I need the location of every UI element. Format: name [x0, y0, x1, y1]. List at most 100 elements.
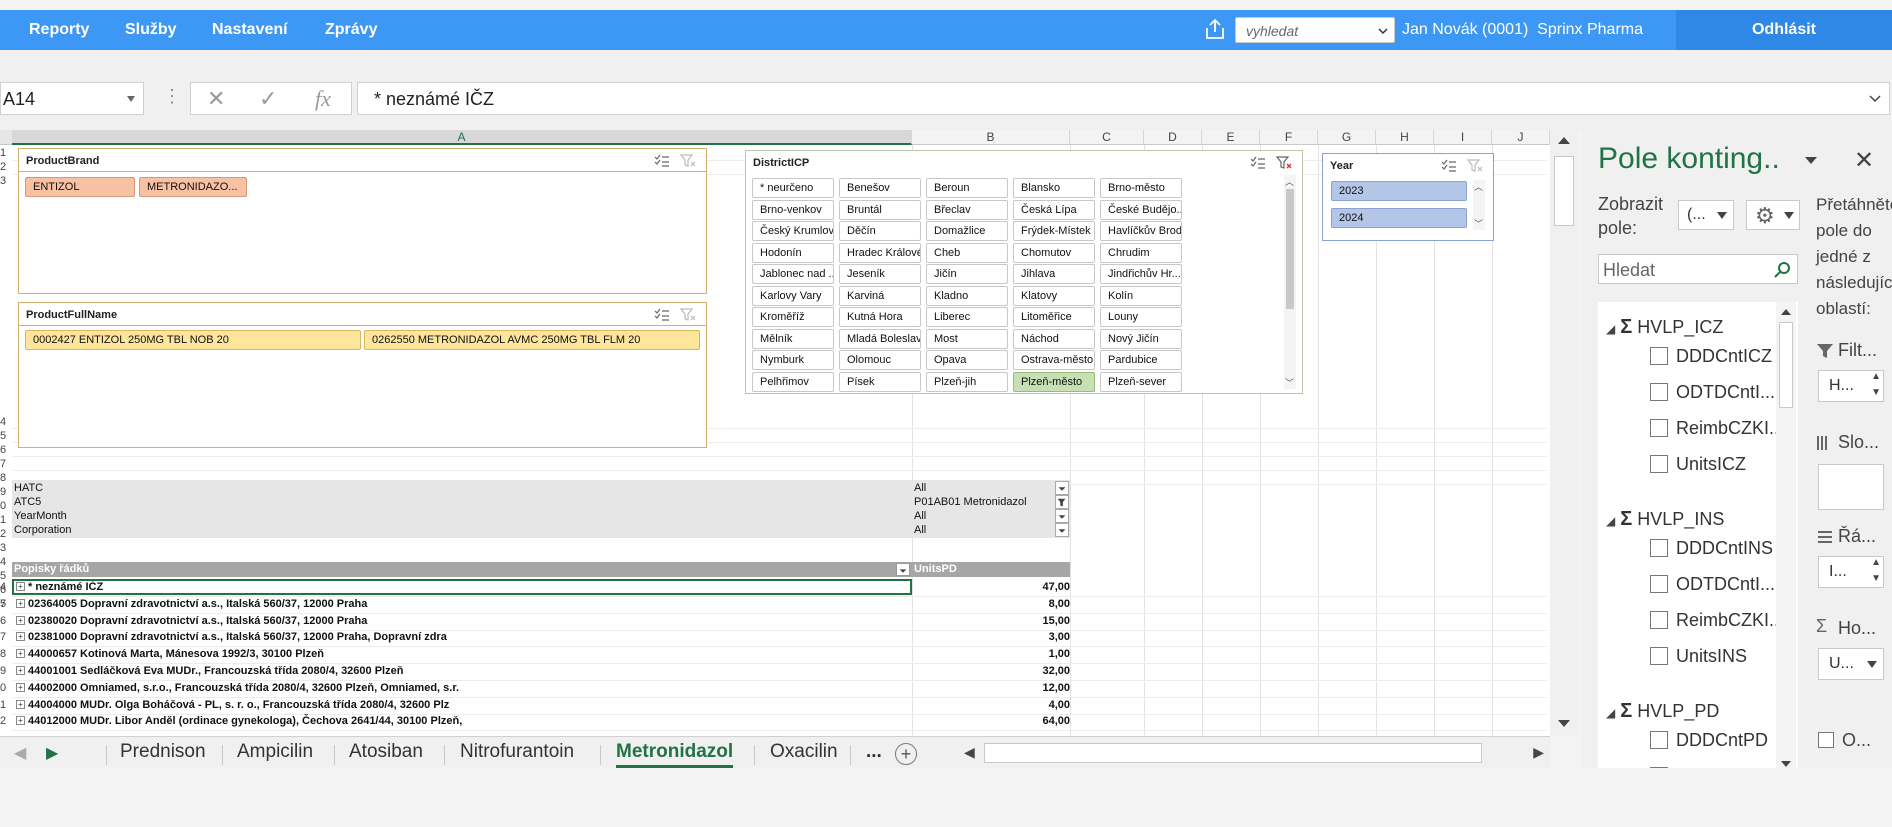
more-tabs-button[interactable]: ... [866, 741, 882, 763]
multi-select-icon[interactable] [1441, 159, 1457, 173]
slicer-item[interactable]: 0002427 ENTIZOL 250MG TBL NOB 20 [25, 330, 361, 350]
nav-nastaveni[interactable]: Nastavení [212, 21, 288, 39]
column-header-a[interactable]: A [12, 130, 912, 145]
slicer-item[interactable]: Náchod [1013, 328, 1095, 349]
name-box[interactable]: A14 [0, 82, 144, 115]
column-header-c[interactable]: C [1070, 130, 1144, 145]
slicer-item[interactable]: Ostrava-město [1013, 350, 1095, 370]
select-all-corner[interactable] [0, 130, 12, 145]
scroll-right-icon[interactable]: ▶ [1533, 744, 1544, 761]
field-item[interactable]: UnitsINS [1650, 646, 1747, 667]
expand-icon[interactable]: + [16, 682, 25, 692]
tab-nitrofurantoin[interactable]: Nitrofurantoin [460, 741, 574, 763]
field-item[interactable]: DDDCntPD [1650, 730, 1768, 751]
multi-select-icon[interactable] [654, 154, 670, 168]
field-checkbox[interactable] [1650, 383, 1668, 401]
slicer-item[interactable]: Olomouc [839, 350, 921, 370]
slicer-item[interactable]: Hodonín [752, 242, 834, 263]
tab-prednison[interactable]: Prednison [120, 741, 206, 763]
slicer-item[interactable]: Frýdek-Místek [1013, 221, 1095, 241]
field-checkbox[interactable] [1650, 347, 1668, 365]
slicer-item[interactable]: * neurčeno [752, 178, 834, 198]
table-row[interactable]: +44002000 Omniamed, s.r.o., Francouzská … [12, 681, 1070, 697]
slicer-scrollbar[interactable]: ︿ ﹀ [1284, 175, 1296, 389]
row-header[interactable]: 7 [0, 631, 12, 643]
clear-filter-icon[interactable] [1276, 156, 1292, 170]
row-header[interactable]: 2 [0, 161, 12, 173]
slicer-item[interactable]: Český Krumlov [752, 221, 834, 241]
row-header[interactable]: 4 [0, 556, 12, 568]
expand-icon[interactable]: + [16, 716, 25, 726]
row-header[interactable]: 4 [0, 416, 12, 428]
slicer-item[interactable]: Domažlice [926, 221, 1008, 241]
confirm-icon[interactable]: ✓ [259, 86, 277, 112]
values-area[interactable]: U... [1818, 648, 1884, 680]
slicer-item[interactable]: Havlíčkův Brod [1100, 221, 1182, 241]
table-row[interactable]: +02381000 Dopravní zdravotnictví a.s., I… [12, 630, 1070, 646]
show-fields-select[interactable]: (... [1678, 200, 1734, 230]
horizontal-scrollbar[interactable]: ◀ ▶ [960, 740, 1550, 766]
formula-input[interactable]: * neznámé IČZ [357, 82, 1890, 115]
clear-filter-icon[interactable] [680, 154, 696, 168]
slicer-item[interactable]: Jihlava [1013, 264, 1095, 284]
row-header[interactable]: 1 [0, 514, 12, 526]
tab-oxacilin[interactable]: Oxacilin [770, 741, 838, 763]
expand-icon[interactable]: + [16, 615, 25, 625]
slicer-item[interactable]: 2024 [1331, 208, 1467, 228]
collapse-icon[interactable]: ◢ [1606, 322, 1615, 336]
slicer-item[interactable]: METRONIDAZO... [139, 177, 247, 197]
slicer-item[interactable]: Písek [839, 371, 921, 392]
table-row[interactable]: +44000657 Kotinová Marta, Mánesova 1992/… [12, 647, 1070, 663]
field-checkbox[interactable] [1650, 611, 1668, 629]
slicer-item[interactable]: Bruntál [839, 199, 921, 220]
slicer-item[interactable]: Karviná [839, 285, 921, 306]
share-icon[interactable] [1202, 16, 1228, 42]
columns-area[interactable] [1818, 464, 1884, 510]
cancel-icon[interactable]: ✕ [207, 86, 225, 112]
field-group-header[interactable]: ◢ Σ HVLP_PD [1606, 700, 1719, 723]
chevron-down-icon[interactable] [127, 96, 135, 102]
scroll-left-icon[interactable]: ◀ [964, 744, 975, 761]
expand-icon[interactable]: + [16, 598, 25, 608]
row-header[interactable]: 4 [0, 581, 12, 593]
row-header[interactable]: 9 [0, 665, 12, 677]
row-header[interactable]: 2 [0, 715, 12, 727]
table-row[interactable]: +44004000 MUDr. Olga Boháčová - PL, s. r… [12, 698, 1070, 714]
field-checkbox[interactable] [1650, 539, 1668, 557]
slicer-item[interactable]: Plzeň-město [1013, 371, 1095, 392]
settings-button[interactable]: ⚙ [1746, 200, 1800, 230]
slicer-item[interactable]: Chomutov [1013, 242, 1095, 263]
row-header[interactable]: 3 [0, 542, 12, 554]
expand-icon[interactable]: + [16, 699, 25, 709]
row-header[interactable]: 6 [0, 444, 12, 456]
field-group-header[interactable]: ◢ Σ HVLP_ICZ [1606, 316, 1723, 339]
field-list-scrollbar[interactable] [1776, 302, 1796, 772]
column-header-g[interactable]: G [1318, 130, 1376, 145]
slicer-item[interactable]: Pelhřimov [752, 371, 834, 392]
defer-update-checkbox[interactable] [1818, 732, 1834, 748]
slicer-item[interactable]: Louny [1100, 307, 1182, 327]
tab-atosiban[interactable]: Atosiban [349, 741, 423, 763]
slicer-item[interactable]: Nový Jičín [1100, 328, 1182, 349]
tab-ampicilin[interactable]: Ampicilin [237, 741, 313, 763]
column-header-h[interactable]: H [1376, 130, 1434, 145]
table-row[interactable]: +02364005 Dopravní zdravotnictví a.s., I… [12, 597, 1070, 613]
logout-button[interactable]: Odhlásit [1676, 10, 1892, 50]
nav-sluzby[interactable]: Služby [125, 21, 177, 39]
slicer-item[interactable]: Liberec [926, 307, 1008, 327]
slicer-item[interactable]: Pardubice [1100, 350, 1182, 370]
pane-menu-icon[interactable] [1804, 156, 1818, 166]
column-header-i[interactable]: I [1434, 130, 1492, 145]
close-icon[interactable]: ✕ [1854, 146, 1874, 175]
row-header[interactable]: 1 [0, 699, 12, 711]
field-item[interactable]: DDDCntINS [1650, 538, 1773, 559]
field-item[interactable]: ODTDCntI... [1650, 574, 1775, 595]
column-header-f[interactable]: F [1260, 130, 1318, 145]
slicer-item[interactable]: Kutná Hora [839, 307, 921, 327]
slicer-item[interactable]: Most [926, 328, 1008, 349]
collapse-icon[interactable]: ◢ [1606, 706, 1615, 720]
table-row[interactable]: +02380020 Dopravní zdravotnictví a.s., I… [12, 614, 1070, 630]
slicer-item[interactable]: Chrudim [1100, 242, 1182, 263]
clear-filter-icon[interactable] [1467, 159, 1483, 173]
tab-metronidazol[interactable]: Metronidazol [616, 741, 734, 768]
